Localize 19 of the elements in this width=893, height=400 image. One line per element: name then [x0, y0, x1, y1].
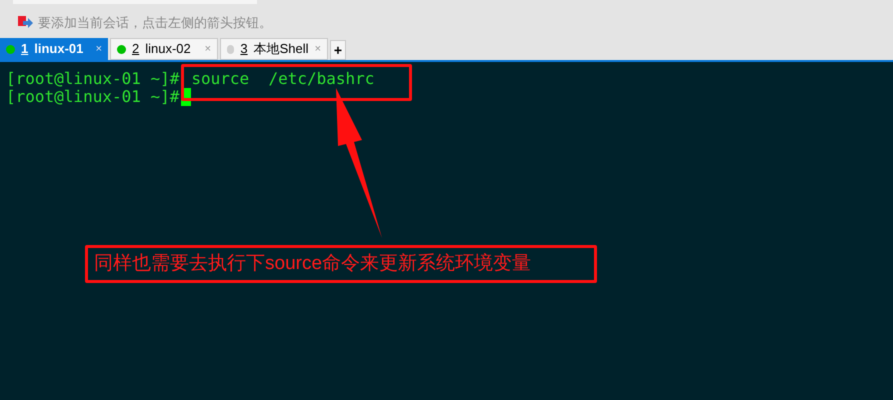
- tab-number: 2: [132, 40, 140, 58]
- session-tab[interactable]: 3 本地Shell ×: [220, 38, 328, 60]
- hint-text: 要添加当前会话，点击左侧的箭头按钮。: [38, 14, 272, 32]
- command-text: source /etc/bashrc: [191, 70, 374, 88]
- session-tab[interactable]: 2 linux-02 ×: [110, 38, 218, 60]
- session-tab[interactable]: 1 linux-01 ×: [0, 38, 108, 60]
- arrow-icon: [18, 16, 34, 30]
- tab-label: linux-02: [145, 40, 192, 58]
- close-icon[interactable]: ×: [204, 40, 211, 58]
- tab-label: 本地Shell: [254, 40, 309, 58]
- shell-prompt: [root@linux-01 ~]#: [6, 88, 180, 106]
- tab-label: linux-01: [34, 40, 84, 58]
- tab-number: 1: [21, 40, 28, 58]
- tab-number: 3: [240, 40, 248, 58]
- close-icon[interactable]: ×: [96, 40, 102, 58]
- annotation-text: 同样也需要去执行下source命令来更新系统环境变量: [85, 245, 597, 283]
- close-icon[interactable]: ×: [314, 40, 321, 58]
- shell-prompt: [root@linux-01 ~]#: [6, 70, 180, 88]
- new-tab-button[interactable]: +: [330, 40, 346, 60]
